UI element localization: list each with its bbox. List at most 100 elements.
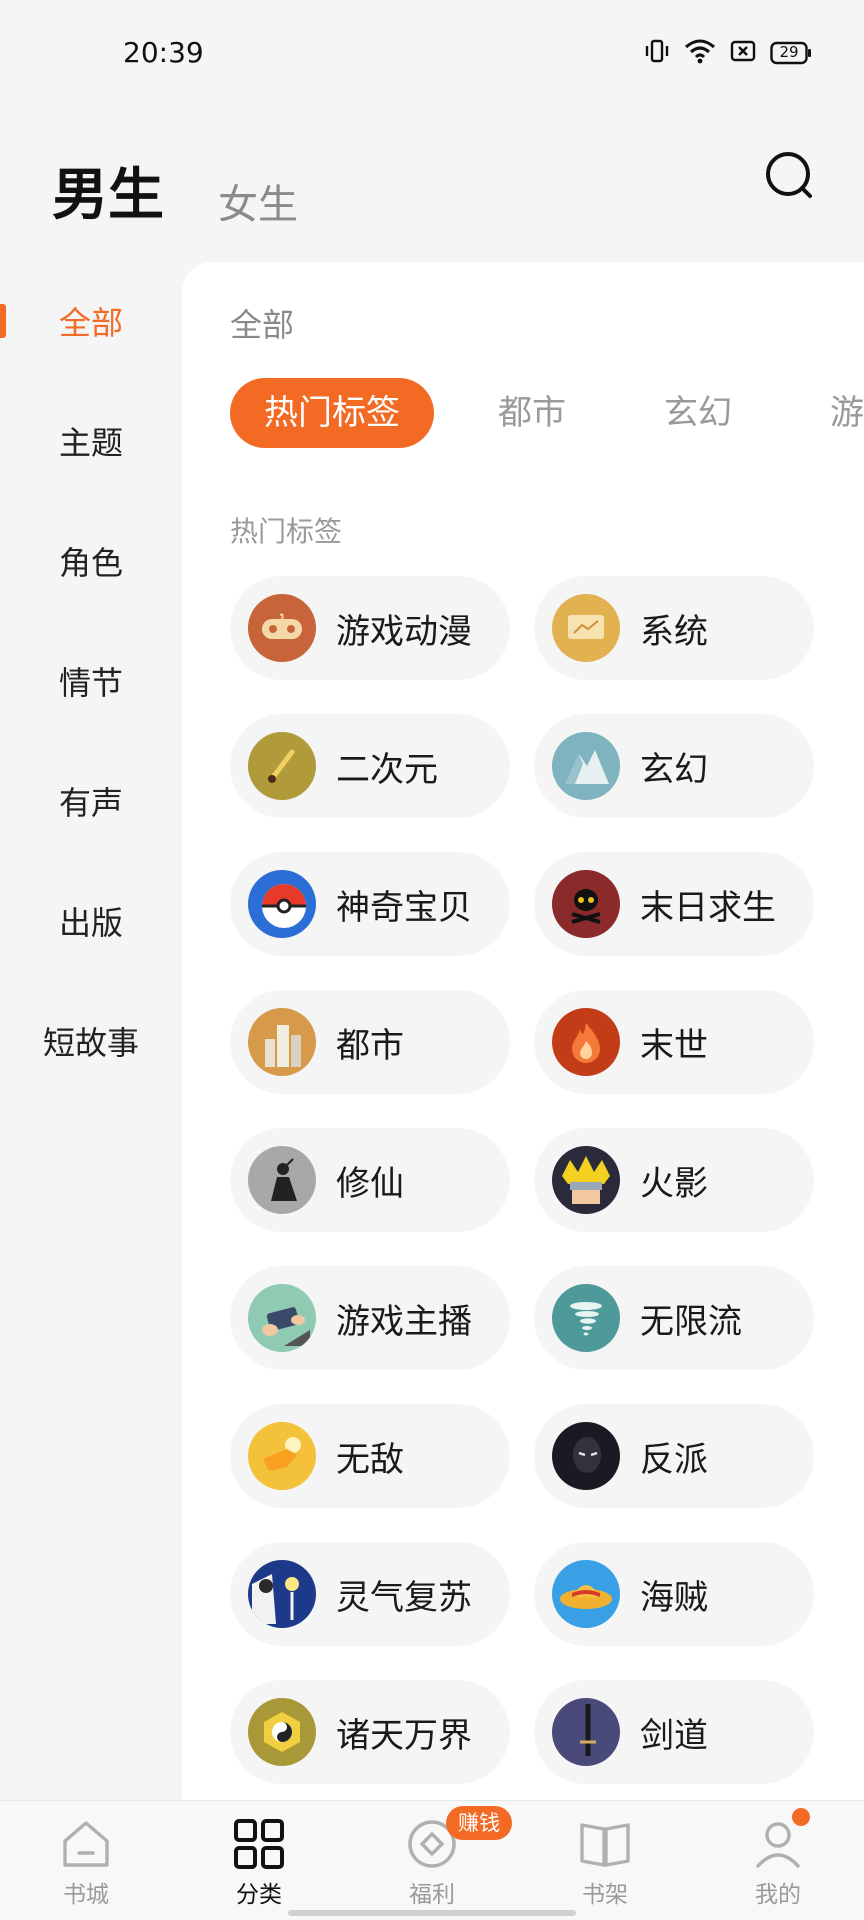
brush-icon [248,732,316,800]
tag-item[interactable]: 无限流 [534,1266,814,1370]
nav-label: 书城 [63,1882,109,1908]
battery-level: 29 [779,43,799,61]
tag-grid: 游戏动漫 系统 二次元 玄幻 神奇宝贝 末日求生 都市 末世 修仙 火影 游戏主… [230,576,830,1784]
active-indicator [0,304,6,338]
tag-label: 游戏主播 [336,1301,472,1342]
nav-category[interactable]: 分类 [199,1801,319,1920]
tab-male[interactable]: 男生 [52,150,164,231]
spirit-icon [248,1560,316,1628]
screen-icon [552,594,620,662]
nav-label: 书架 [582,1882,628,1908]
search-button[interactable] [764,150,814,210]
search-icon [766,152,812,198]
tag-item[interactable]: 火影 [534,1128,814,1232]
nav-label: 分类 [236,1882,282,1908]
city-icon [248,1008,316,1076]
sidebar-item-label: 情节 [58,664,123,702]
book-icon [580,1823,630,1867]
sidebar-item-published[interactable]: 出版 [0,862,182,982]
tag-item[interactable]: 系统 [534,576,814,680]
tag-item[interactable]: 末日求生 [534,852,814,956]
tag-item[interactable]: 灵气复苏 [230,1542,510,1646]
tag-label: 灵气复苏 [336,1577,472,1618]
strawhat-icon [552,1560,620,1628]
content-panel: 全部 热门标签 都市 玄幻 游戏 热门标签 游戏动漫 系统 二次元 [182,262,864,1802]
sword-icon [552,1698,620,1766]
mountain-icon [552,732,620,800]
tag-label: 海贼 [640,1577,708,1618]
tag-item[interactable]: 诸天万界 [230,1680,510,1784]
pokeball-icon [248,870,316,938]
sidebar-item-theme[interactable]: 主题 [0,382,182,502]
tab-female[interactable]: 女生 [218,172,298,230]
tag-item[interactable]: 都市 [230,990,510,1094]
tag-item[interactable]: 无敌 [230,1404,510,1508]
chip-fantasy[interactable]: 玄幻 [664,378,732,448]
tag-item[interactable]: 玄幻 [534,714,814,818]
tag-item[interactable]: 海贼 [534,1542,814,1646]
tag-item[interactable]: 反派 [534,1404,814,1508]
villain-icon [552,1422,620,1490]
tag-item[interactable]: 修仙 [230,1128,510,1232]
vibrate-icon [644,38,670,68]
home-indicator[interactable] [288,1910,576,1916]
nav-bookstore[interactable]: 书城 [26,1801,146,1920]
sidebar-item-label: 有声 [58,784,123,822]
home-icon [63,1821,109,1867]
tag-label: 游戏动漫 [336,611,472,652]
wifi-icon [684,38,716,68]
sidebar-item-label: 出版 [58,904,123,942]
sidebar: 全部 主题 角色 情节 有声 出版 短故事 [0,262,182,1102]
tag-item[interactable]: 游戏动漫 [230,576,510,680]
tag-label: 玄幻 [640,749,708,790]
fire-icon [552,1008,620,1076]
fist-icon [248,1422,316,1490]
tag-label: 二次元 [336,749,438,790]
chip-game[interactable]: 游戏 [830,378,864,448]
category-icon [234,1819,284,1869]
tag-label: 诸天万界 [336,1715,472,1756]
sidebar-item-short-story[interactable]: 短故事 [0,982,182,1102]
sidebar-item-audio[interactable]: 有声 [0,742,182,862]
header: 男生 女生 [0,140,864,250]
status-time: 20:39 [123,36,204,69]
tag-label: 末世 [640,1025,708,1066]
tag-label: 火影 [640,1163,708,1204]
tag-item[interactable]: 末世 [534,990,814,1094]
tag-label: 无敌 [336,1439,404,1480]
chip-city[interactable]: 都市 [498,378,566,448]
sidebar-item-character[interactable]: 角色 [0,502,182,622]
sidebar-item-label: 角色 [58,544,123,582]
sidebar-item-label: 主题 [58,424,123,462]
tag-item[interactable]: 剑道 [534,1680,814,1784]
earn-badge: 赚钱 [446,1806,512,1840]
tag-label: 反派 [640,1439,708,1480]
status-bar: 20:39 29 [0,0,864,110]
tag-label: 都市 [336,1025,404,1066]
tag-label: 无限流 [640,1301,742,1342]
sidebar-item-label: 全部 [58,304,123,342]
section-label: 热门标签 [230,515,343,548]
tag-item[interactable]: 神奇宝贝 [230,852,510,956]
sidebar-item-all[interactable]: 全部 [0,262,182,382]
gamepad-icon [248,594,316,662]
phone-game-icon [248,1284,316,1352]
tag-label: 修仙 [336,1163,404,1204]
status-icons: 29 [644,38,812,68]
tag-item[interactable]: 游戏主播 [230,1266,510,1370]
tag-label: 系统 [640,611,708,652]
filter-chips: 热门标签 都市 玄幻 游戏 [230,378,864,448]
nav-bookshelf[interactable]: 书架 [545,1801,665,1920]
sidebar-item-label: 短故事 [42,1024,139,1062]
battery-icon: 29 [770,41,812,65]
tag-item[interactable]: 二次元 [230,714,510,818]
nav-profile[interactable]: 我的 [718,1801,838,1920]
sidebar-item-plot[interactable]: 情节 [0,622,182,742]
tag-label: 神奇宝贝 [336,887,472,928]
skull-icon [552,870,620,938]
chip-hot-tags[interactable]: 热门标签 [230,378,434,448]
ninja-icon [552,1146,620,1214]
bottom-nav: 书城 分类 福利 书架 我的 [0,1800,864,1920]
tag-label: 末日求生 [640,887,776,928]
panel-title: 全部 [230,306,295,344]
